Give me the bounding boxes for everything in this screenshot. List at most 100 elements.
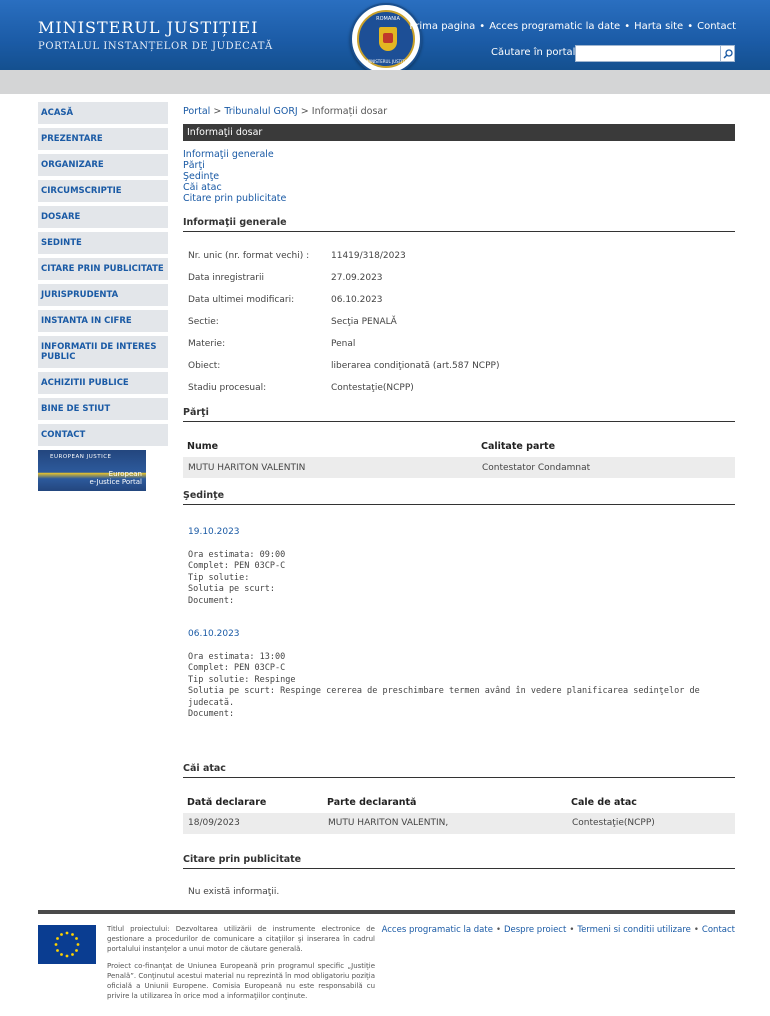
search-icon — [722, 48, 733, 59]
field-label: Data ultimei modificari: — [188, 295, 295, 305]
session-panel: Complet: PEN 03CP-C — [188, 561, 286, 571]
ejustice-line1: European — [108, 470, 142, 478]
breadcrumb-separator: > — [300, 106, 309, 117]
section-title-sedinte: Şedinţe — [183, 490, 735, 505]
nav-contact[interactable]: Contact — [697, 21, 736, 32]
parti-table: Nume Calitate parte MUTU HARITON VALENTI… — [183, 436, 735, 478]
column-header-nume: Nume — [187, 441, 219, 452]
sidebar-item-achizitii[interactable]: ACHIZITII PUBLICE — [38, 372, 168, 394]
toc-link-parti[interactable]: Părţi — [183, 160, 735, 171]
footer-cofinance-note: Proiect co-finanţat de Uniunea Europeană… — [107, 961, 375, 1001]
nav-separator: • — [624, 21, 631, 32]
table-row: Nr. unic (nr. format vechi) : 11419/318/2… — [183, 245, 504, 267]
sidebar-item-interes-public[interactable]: INFORMATII DE INTERES PUBLIC — [38, 336, 168, 368]
sidebar-item-citare[interactable]: CITARE PRIN PUBLICITATE — [38, 258, 168, 280]
empty-state-text: Nu există informaţii. — [188, 886, 280, 897]
sidebar-item-prezentare[interactable]: PREZENTARE — [38, 128, 168, 150]
field-label: Sectie: — [188, 317, 219, 327]
sidebar-item-circumscriptie[interactable]: CIRCUMSCRIPTIE — [38, 180, 168, 202]
field-value: liberarea condiţionată (art.587 NCPP) — [331, 361, 500, 371]
field-value: 11419/318/2023 — [331, 251, 406, 261]
appeal-date: 18/09/2023 — [183, 812, 323, 834]
footer-separator: • — [495, 925, 501, 935]
field-label: Obiect: — [188, 361, 221, 371]
sidebar-item-acasa[interactable]: ACASĂ — [38, 102, 168, 124]
field-label: Nr. unic (nr. format vechi) : — [188, 251, 310, 261]
field-value: Secţia PENALĂ — [331, 317, 397, 327]
appeal-type: Contestaţie(NCPP) — [567, 812, 735, 834]
breadcrumb-court[interactable]: Tribunalul GORJ — [224, 106, 297, 117]
field-value: Penal — [331, 339, 356, 349]
table-row: Sectie: Secţia PENALĂ — [183, 311, 504, 333]
main-content: Portal > Tribunalul GORJ > Informații do… — [183, 100, 735, 897]
header-band — [0, 70, 770, 94]
footer-link-acces[interactable]: Acces programatic la date — [382, 925, 493, 935]
table-header-row: Nume Calitate parte — [183, 436, 735, 457]
sidebar-item-instanta-cifre[interactable]: INSTANTA IN CIFRE — [38, 310, 168, 332]
table-row: Materie: Penal — [183, 333, 504, 355]
ejustice-banner[interactable]: EUROPEAN JUSTICE European e-Justice Porta… — [38, 450, 146, 491]
breadcrumb-separator: > — [213, 106, 222, 117]
site-header: MINISTERUL JUSTIȚIEI PORTALUL INSTANȚELO… — [0, 0, 770, 75]
nav-prima-pagina[interactable]: Prima pagina — [409, 21, 475, 32]
session-panel: Complet: PEN 03CP-C — [188, 663, 286, 673]
search-input[interactable] — [575, 45, 721, 62]
sidebar-item-bine-de-stiut[interactable]: BINE DE STIUT — [38, 398, 168, 420]
sidebar-item-jurisprudenta[interactable]: JURISPRUDENTA — [38, 284, 168, 306]
field-label: Materie: — [188, 339, 226, 349]
sidebar-item-organizare[interactable]: ORGANIZARE — [38, 154, 168, 176]
footer-divider — [38, 910, 735, 914]
sidebar-item-sedinte[interactable]: SEDINTE — [38, 232, 168, 254]
footer-link-contact[interactable]: Contact — [702, 925, 735, 935]
session-solution-type: Tip solutie: Respinge — [188, 674, 296, 685]
table-row: MUTU HARITON VALENTIN Contestator Condam… — [183, 457, 735, 478]
footer-link-despre[interactable]: Despre proiect — [504, 925, 566, 935]
search-label: Căutare în portal — [491, 47, 576, 58]
party-role: Contestator Condamnat — [477, 457, 735, 478]
footer-separator: • — [693, 925, 699, 935]
sidebar-item-contact[interactable]: CONTACT — [38, 424, 168, 446]
ministry-crest-logo[interactable]: ROMANIA MINISTERUL JUSTITIEI — [350, 3, 422, 75]
session-document: Document: — [188, 595, 235, 606]
breadcrumb-portal[interactable]: Portal — [183, 106, 210, 117]
field-value: 06.10.2023 — [331, 295, 383, 305]
footer-link-termeni[interactable]: Termeni si conditii utilizare — [577, 925, 691, 935]
breadcrumb: Portal > Tribunalul GORJ > Informații do… — [183, 100, 735, 117]
section-toc: Informaţii generale Părţi Şedinţe Căi at… — [183, 149, 735, 204]
nav-acces-programatic[interactable]: Acces programatic la date — [489, 21, 620, 32]
table-row: Stadiu procesual: Contestaţie(NCPP) — [183, 377, 504, 399]
table-row: Obiect: liberarea condiţionată (art.587 N… — [183, 355, 504, 377]
footer-project-title: Titlul proiectului: Dezvoltarea utilizăr… — [107, 925, 375, 954]
toc-link-informatii[interactable]: Informaţii generale — [183, 149, 735, 160]
nav-harta-site[interactable]: Harta site — [634, 21, 683, 32]
sidebar-item-dosare[interactable]: DOSARE — [38, 206, 168, 228]
table-row: Data ultimei modificari: 06.10.2023 — [183, 289, 504, 311]
section-title-cai-atac: Căi atac — [183, 763, 735, 778]
sidebar: ACASĂ PREZENTARE ORGANIZARE CIRCUMSCRIPT… — [38, 102, 168, 491]
toc-link-citare[interactable]: Citare prin publicitate — [183, 193, 735, 204]
general-info-table: Nr. unic (nr. format vechi) : 11419/318/2… — [183, 245, 504, 399]
section-title-citare: Citare prin publicitate — [183, 854, 735, 869]
table-row: Data inregistrarii 27.09.2023 — [183, 267, 504, 289]
crest-top-text: ROMANIA — [376, 16, 400, 22]
page-title: Informaţii dosar — [183, 124, 735, 141]
search-button[interactable] — [720, 45, 735, 62]
session-solution-type: Tip solutie: — [188, 572, 250, 583]
eu-flag-icon — [38, 925, 96, 964]
coat-of-arms-icon — [379, 27, 397, 51]
nav-separator: • — [479, 21, 486, 32]
nav-separator: • — [687, 21, 694, 32]
session-document: Document: — [188, 709, 235, 719]
session-solution-summary: Solutia pe scurt: — [188, 584, 275, 594]
toc-link-cai-atac[interactable]: Căi atac — [183, 182, 735, 193]
session-date: 06.10.2023 — [188, 629, 240, 639]
column-header-cale: Cale de atac — [571, 796, 637, 808]
toc-link-sedinte[interactable]: Şedinţe — [183, 171, 735, 182]
field-label: Data inregistrarii — [188, 273, 264, 283]
site-title[interactable]: MINISTERUL JUSTIȚIEI — [38, 18, 258, 37]
site-subtitle[interactable]: PORTALUL INSTANȚELOR DE JUDECATĂ — [38, 41, 273, 52]
session-entry: 06.10.2023 Ora estimata: 13:00 Complet: … — [183, 629, 735, 721]
session-solution-summary: Solutia pe scurt: Respinge cererea de pr… — [188, 686, 700, 708]
top-navigation: Prima pagina • Acces programatic la date • H… — [409, 21, 736, 32]
section-title-parti: Părţi — [183, 407, 735, 422]
